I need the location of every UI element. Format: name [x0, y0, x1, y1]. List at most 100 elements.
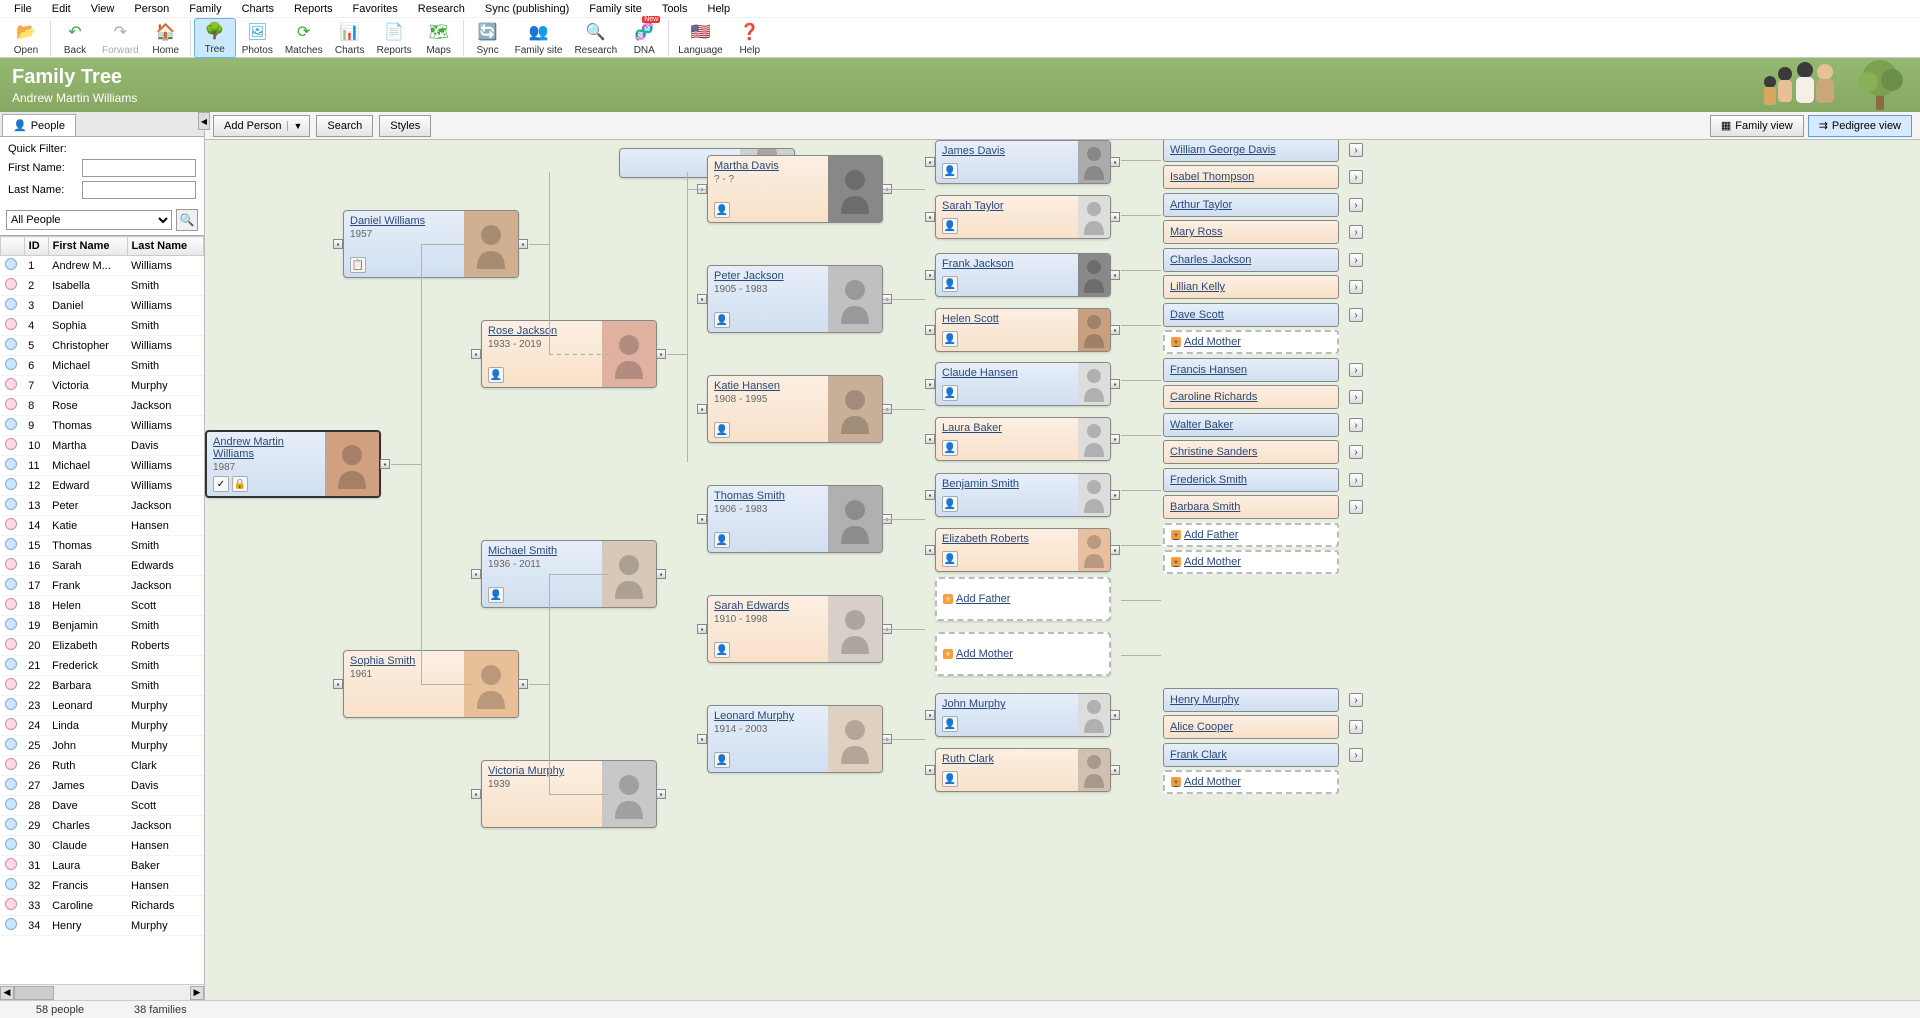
- add-parent-node[interactable]: +Add Mother: [935, 632, 1111, 676]
- ancestor-bar[interactable]: Francis Hansen: [1163, 358, 1339, 382]
- toolbar-familysite-button[interactable]: 👥Family site: [509, 18, 569, 58]
- table-row[interactable]: 16SarahEdwards: [1, 556, 204, 576]
- node-connector[interactable]: ▪: [471, 349, 481, 359]
- person-name[interactable]: Peter Jackson: [714, 270, 822, 282]
- table-row[interactable]: 22BarbaraSmith: [1, 676, 204, 696]
- person-name[interactable]: Benjamin Smith: [942, 478, 1072, 490]
- person-node-small[interactable]: Claude Hansen👤: [935, 362, 1111, 406]
- toolbar-sync-button[interactable]: 🔄Sync: [467, 18, 509, 58]
- table-row[interactable]: 25JohnMurphy: [1, 736, 204, 756]
- menu-person[interactable]: Person: [126, 1, 177, 17]
- people-filter-select[interactable]: All People: [6, 210, 172, 230]
- node-connector[interactable]: ▪: [1110, 379, 1120, 389]
- person-node-small[interactable]: Helen Scott👤: [935, 308, 1111, 352]
- table-row[interactable]: 28DaveScott: [1, 796, 204, 816]
- node-connector[interactable]: ▪: [656, 349, 666, 359]
- menu-file[interactable]: File: [6, 1, 40, 17]
- toolbar-maps-button[interactable]: 🗺Maps: [418, 18, 460, 58]
- node-connector[interactable]: ▪: [333, 679, 343, 689]
- ancestor-bar[interactable]: Frank Clark: [1163, 743, 1339, 767]
- toolbar-matches-button[interactable]: ⟳Matches: [279, 18, 329, 58]
- ancestor-bar[interactable]: Lillian Kelly: [1163, 275, 1339, 299]
- person-node-small[interactable]: Ruth Clark 👤: [935, 748, 1111, 792]
- table-row[interactable]: 12EdwardWilliams: [1, 476, 204, 496]
- col-header[interactable]: First Name: [48, 237, 127, 256]
- person-name[interactable]: Katie Hansen: [714, 380, 822, 392]
- expand-ancestor-button[interactable]: ›: [1349, 720, 1363, 734]
- last-name-input[interactable]: [82, 181, 196, 199]
- ancestor-bar[interactable]: Christine Sanders: [1163, 440, 1339, 464]
- menu-sync-publishing-[interactable]: Sync (publishing): [477, 1, 577, 17]
- person-node[interactable]: Leonard Murphy1914 - 2003👤: [707, 705, 883, 773]
- add-ancestor-bar[interactable]: +Add Father: [1163, 523, 1339, 547]
- toolbar-research-button[interactable]: 🔍Research: [568, 18, 623, 58]
- node-badge-icon[interactable]: ✓: [213, 476, 229, 492]
- node-connector[interactable]: ▪: [1110, 490, 1120, 500]
- person-node-small[interactable]: Elizabeth Roberts👤: [935, 528, 1111, 572]
- table-row[interactable]: 20ElizabethRoberts: [1, 636, 204, 656]
- person-name[interactable]: Sarah Taylor: [942, 200, 1072, 212]
- menu-edit[interactable]: Edit: [44, 1, 79, 17]
- person-name[interactable]: Leonard Murphy: [714, 710, 822, 722]
- ancestor-bar[interactable]: Alice Cooper: [1163, 715, 1339, 739]
- node-connector[interactable]: ▪: [1110, 325, 1120, 335]
- table-row[interactable]: 13PeterJackson: [1, 496, 204, 516]
- table-row[interactable]: 10MarthaDavis: [1, 436, 204, 456]
- search-button[interactable]: Search: [316, 115, 373, 137]
- toolbar-dna-button[interactable]: 🧬NewDNA: [623, 18, 665, 58]
- table-row[interactable]: 1Andrew M...Williams: [1, 256, 204, 276]
- node-badge-icon[interactable]: 📋: [350, 257, 366, 273]
- person-name[interactable]: Martha Davis: [714, 160, 822, 172]
- table-row[interactable]: 15ThomasSmith: [1, 536, 204, 556]
- node-connector[interactable]: ▪: [697, 514, 707, 524]
- people-tab[interactable]: 👤 People: [2, 114, 76, 136]
- person-node-small[interactable]: John Murphy 👤: [935, 693, 1111, 737]
- add-ancestor-bar[interactable]: +Add Mother: [1163, 770, 1339, 794]
- menu-charts[interactable]: Charts: [234, 1, 282, 17]
- ancestor-bar[interactable]: Henry Murphy: [1163, 688, 1339, 712]
- expand-ancestor-button[interactable]: ›: [1349, 170, 1363, 184]
- node-connector[interactable]: ▪: [471, 569, 481, 579]
- person-name[interactable]: Daniel Williams: [350, 215, 458, 227]
- person-node[interactable]: Martha Davis? - ?👤: [707, 155, 883, 223]
- add-parent-node[interactable]: +Add Father: [935, 577, 1111, 621]
- node-connector[interactable]: ▪: [697, 624, 707, 634]
- node-connector[interactable]: ▪: [925, 270, 935, 280]
- node-badge-icon[interactable]: 👤: [714, 532, 730, 548]
- person-name[interactable]: Ruth Clark: [942, 753, 1072, 765]
- expand-ancestor-button[interactable]: ›: [1349, 143, 1363, 157]
- ancestor-bar[interactable]: Walter Baker: [1163, 413, 1339, 437]
- person-name[interactable]: Laura Baker: [942, 422, 1072, 434]
- toolbar-back-button[interactable]: ↶Back: [54, 18, 96, 58]
- scroll-thumb[interactable]: [14, 986, 54, 1000]
- node-connector[interactable]: ▪: [925, 434, 935, 444]
- node-connector[interactable]: ▪: [1110, 434, 1120, 444]
- person-node[interactable]: Thomas Smith1906 - 1983👤: [707, 485, 883, 553]
- node-connector[interactable]: ▪: [1110, 270, 1120, 280]
- tree-canvas[interactable]: Andrew Martin Williams1987✓🔒 ▪ Daniel Will…: [205, 140, 1920, 1000]
- table-row[interactable]: 26RuthClark: [1, 756, 204, 776]
- table-row[interactable]: 14KatieHansen: [1, 516, 204, 536]
- node-badge-icon[interactable]: 👤: [942, 771, 958, 787]
- table-row[interactable]: 30ClaudeHansen: [1, 836, 204, 856]
- table-row[interactable]: 31LauraBaker: [1, 856, 204, 876]
- table-row[interactable]: 32FrancisHansen: [1, 876, 204, 896]
- first-name-input[interactable]: [82, 159, 196, 177]
- menu-view[interactable]: View: [83, 1, 123, 17]
- node-badge-icon[interactable]: 👤: [942, 496, 958, 512]
- ancestor-bar[interactable]: Arthur Taylor: [1163, 193, 1339, 217]
- ancestor-bar[interactable]: Isabel Thompson: [1163, 165, 1339, 189]
- expand-ancestor-button[interactable]: ›: [1349, 198, 1363, 212]
- person-name[interactable]: John Murphy: [942, 698, 1072, 710]
- node-connector[interactable]: ▪: [925, 325, 935, 335]
- node-badge-icon[interactable]: 👤: [942, 716, 958, 732]
- person-node[interactable]: Andrew Martin Williams1987✓🔒: [205, 430, 381, 498]
- table-row[interactable]: 8RoseJackson: [1, 396, 204, 416]
- person-name[interactable]: Andrew Martin Williams: [213, 436, 319, 460]
- person-name[interactable]: Thomas Smith: [714, 490, 822, 502]
- toolbar-charts-button[interactable]: 📊Charts: [329, 18, 371, 58]
- node-badge-icon[interactable]: 👤: [942, 276, 958, 292]
- col-header[interactable]: ID: [24, 237, 48, 256]
- node-connector[interactable]: ▪: [1110, 545, 1120, 555]
- expand-ancestor-button[interactable]: ›: [1349, 225, 1363, 239]
